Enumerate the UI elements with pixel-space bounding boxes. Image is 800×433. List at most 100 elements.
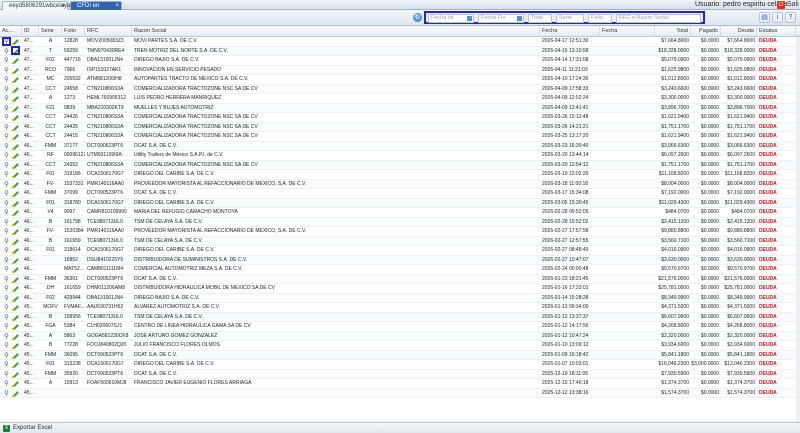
col-estatus[interactable]: Estatus — [757, 26, 796, 37]
table-row[interactable]: ⚲ 46... F01 318614 DCA1506170G7 DIREGO DEL CA… — [0, 246, 800, 256]
view-icon[interactable]: ⚲ — [3, 152, 10, 159]
edit-icon[interactable] — [12, 190, 19, 197]
edit-icon[interactable] — [12, 285, 19, 292]
table-row[interactable]: ⚲ 45... A 15913 FOAF560610MJ8 FRANCISCO JAVIE… — [0, 379, 800, 389]
table-row[interactable]: ⚲ 45... FMM 35920 DCT090523PT6 DCAT S.A. DE C… — [0, 369, 800, 379]
view-icon[interactable]: ⚲ — [3, 95, 10, 102]
col-serie[interactable]: Serie — [39, 26, 62, 37]
edit-icon[interactable] — [12, 371, 19, 378]
view-icon[interactable]: ⚲ — [3, 38, 10, 45]
view-icon[interactable]: ⚲ — [3, 257, 10, 264]
edit-icon[interactable] — [12, 48, 19, 55]
table-row[interactable]: ⚲ 46... FMM 37177 DCT090523PT6 DCAT S.A. DE C… — [0, 141, 800, 151]
view-icon[interactable]: ⚲ — [3, 285, 10, 292]
view-icon[interactable]: ⚲ — [3, 276, 10, 283]
col-fecha[interactable]: Fecha — [540, 26, 600, 37]
table-row[interactable]: ⚲ 47... MC 205532 ATM881206IH8 AUTOPARTES TRA… — [0, 75, 800, 85]
exit-icon[interactable]: ⏻ — [777, 1, 785, 9]
view-icon[interactable]: ⚲ — [3, 86, 10, 93]
view-icon[interactable]: ⚲ — [3, 219, 10, 226]
table-row[interactable]: ⚲ 45... FMM 36095 DCT090523PT6 DCAT S.A. DE C… — [0, 350, 800, 360]
table-row[interactable]: ⚲ 45... FGA 5384 CLH020607SJ1 CENTRO DE LINEA… — [0, 322, 800, 332]
view-icon[interactable]: ⚲ — [3, 342, 10, 349]
table-row[interactable]: ⚲ 47... F02 447716 DBA131001JN4 DIREGO BAJIO … — [0, 56, 800, 66]
col-razon[interactable]: Razon Social — [132, 26, 540, 37]
export-excel-button[interactable]: Exportar Excel — [13, 425, 52, 432]
table-row[interactable]: ⚲ 46... FMM 36301 DCT090523PT6 DCAT S.A. DE C… — [0, 274, 800, 284]
edit-icon[interactable] — [12, 171, 19, 178]
edit-icon[interactable] — [12, 200, 19, 207]
excel-icon[interactable]: X — [3, 425, 10, 432]
edit-icon[interactable] — [12, 342, 19, 349]
view-icon[interactable]: ⚲ — [3, 209, 10, 216]
col-rfc[interactable]: RFC — [85, 26, 132, 37]
edit-icon[interactable] — [12, 238, 19, 245]
view-icon[interactable]: ⚲ — [3, 238, 10, 245]
calendar-icon[interactable] — [467, 16, 472, 21]
edit-icon[interactable] — [12, 380, 19, 387]
table-row[interactable]: ⚲ 46... FMM 37099 DCT090523PT6 DCAT S.A. DE C… — [0, 189, 800, 199]
view-icon[interactable]: ⚲ — [3, 314, 10, 321]
col-folio[interactable]: Folio — [62, 26, 85, 37]
view-icon[interactable]: ⚲ — [3, 181, 10, 188]
table-row[interactable]: ⚲ 47... RCO 7966 ISP151027AK1 INNOVACION EN S… — [0, 65, 800, 75]
edit-icon[interactable] — [12, 247, 19, 254]
edit-icon[interactable] — [12, 361, 19, 368]
view-icon[interactable]: ⚲ — [3, 333, 10, 340]
col-acciones[interactable]: Ac... — [0, 26, 22, 37]
edit-icon[interactable] — [12, 105, 19, 112]
edit-icon[interactable] — [12, 209, 19, 216]
edit-icon[interactable] — [12, 152, 19, 159]
table-row[interactable]: ⚲ 47... F21 9839 MBA210302KT9 MUELLES Y BUJES… — [0, 103, 800, 113]
table-row[interactable]: ⚲ 46... FV- 1530384 PMR140116AA0 PROVEEDOR MA… — [0, 227, 800, 237]
view-icon[interactable]: ⚲ — [3, 162, 10, 169]
edit-icon[interactable] — [12, 76, 19, 83]
edit-icon[interactable] — [12, 133, 19, 140]
view-icon[interactable]: ⚲ — [3, 124, 10, 131]
view-icon[interactable]: ⚲ — [3, 304, 10, 311]
table-row[interactable]: ⚲ 46... FV- 1537331 PMR140116AA0 PROVEEDOR MA… — [0, 179, 800, 189]
table-row[interactable]: ⚲ 46... F01 319186 DCA1506170G7 DIREGO DEL CA… — [0, 170, 800, 180]
edit-icon[interactable] — [12, 323, 19, 330]
view-icon[interactable]: ⚲ — [3, 390, 10, 397]
edit-icon[interactable] — [12, 352, 19, 359]
fecha-ini-input[interactable]: Fecha Ini — [428, 14, 474, 23]
info-icon[interactable]: i — [772, 12, 783, 23]
table-row[interactable]: ⚲ 45... 2025-12-12 13:38:16 $1,574.3700 $0.0… — [0, 388, 800, 398]
view-icon[interactable]: ⚲ — [3, 371, 10, 378]
edit-icon[interactable] — [12, 86, 19, 93]
table-row[interactable]: ⚲ 47... CCT 24558 CTN210806S3A COMERCIALIZADO… — [0, 84, 800, 94]
table-row[interactable]: ⚲ 45... A 5863 GOGA581230CK8 JOSE ARTURO GOME… — [0, 331, 800, 341]
view-icon[interactable]: ⚲ — [3, 67, 10, 74]
edit-icon[interactable] — [12, 304, 19, 311]
table-row[interactable]: ⚲ 47... A 1273 HEML760905312 LUIS PEDRO HERRE… — [0, 94, 800, 104]
table-row[interactable]: ⚲ 46... RF 00096122 UTM931109I9A Utility Trai… — [0, 151, 800, 161]
col-pagado[interactable]: Pagado — [691, 26, 721, 37]
col-fecha-2[interactable]: Fecha — [600, 26, 655, 37]
edit-icon[interactable] — [12, 124, 19, 131]
table-row[interactable]: ⚲ 46... CCT 24426 CTN210806S3A COMERCIALIZADO… — [0, 113, 800, 123]
view-icon[interactable]: ⚲ — [3, 380, 10, 387]
table-row[interactable]: ⚲ 46... B 161798 TCE980713UL0 TSM DE CELAYA S… — [0, 217, 800, 227]
edit-icon[interactable] — [12, 314, 19, 321]
view-icon[interactable]: ⚲ — [3, 105, 10, 112]
table-row[interactable]: ⚲ 45... F01 313238 DCA1506170G7 DIREGO DEL CA… — [0, 360, 800, 370]
edit-icon[interactable] — [12, 257, 19, 264]
view-icon[interactable]: ⚲ — [3, 295, 10, 302]
table-row[interactable]: ⚲ 45... MOFV FVMAF... AAU530731H62 ALVAREZ AU… — [0, 303, 800, 313]
col-total[interactable]: Total — [655, 26, 691, 37]
edit-icon[interactable] — [12, 95, 19, 102]
edit-icon[interactable] — [12, 333, 19, 340]
edit-icon[interactable] — [12, 162, 19, 169]
table-row[interactable]: ⚲ 46... V4 9097 CAMR810109990 MARIA DEL REFUG… — [0, 208, 800, 218]
table-row[interactable]: ⚲ 45... B 158956 TCE980713UL0 TSM DE CELAYA S… — [0, 312, 800, 322]
edit-icon[interactable] — [12, 57, 19, 64]
edit-icon[interactable] — [12, 228, 19, 235]
tab-cfdi-pagar[interactable]: CFDI en Pagar × — [70, 1, 122, 18]
print-icon[interactable]: ▤ — [759, 12, 770, 23]
edit-icon[interactable] — [12, 266, 19, 273]
view-icon[interactable]: ⚲ — [3, 352, 10, 359]
table-row[interactable]: ⚲ 46... F01 318780 DCA1506170G7 DIREGO DEL CA… — [0, 198, 800, 208]
edit-icon[interactable] — [12, 143, 19, 150]
refresh-icon[interactable]: ↻ — [413, 13, 422, 22]
